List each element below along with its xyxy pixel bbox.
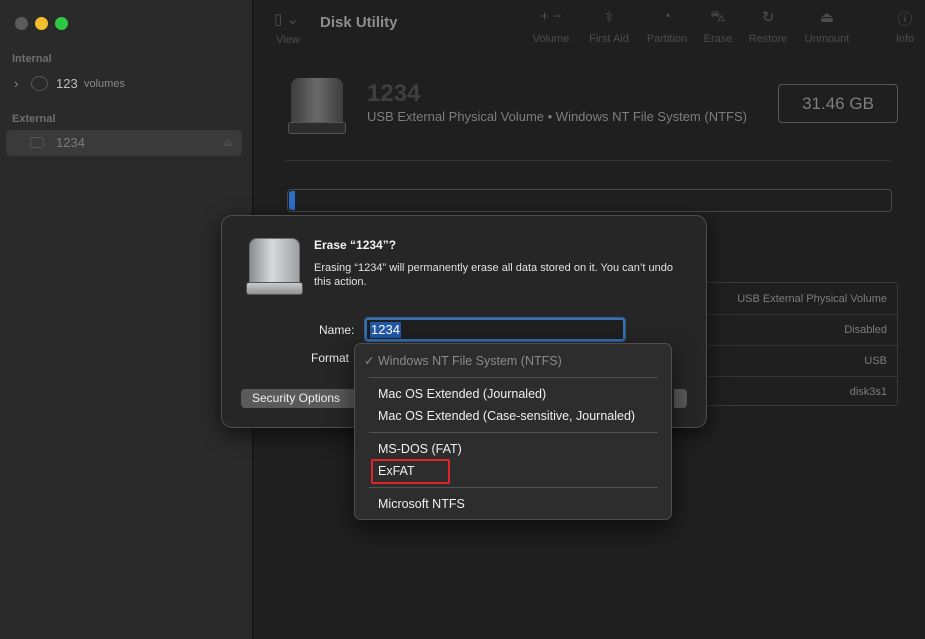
usage-bar-fill: [289, 191, 295, 210]
sidebar-item-internal-container[interactable]: › 123 volumes: [6, 71, 242, 97]
first-aid-button[interactable]: ⚕ First Aid: [581, 8, 637, 45]
menu-separator: [369, 487, 658, 488]
info-value: USB: [864, 355, 887, 367]
menu-separator: [369, 432, 658, 433]
usage-bar: [287, 189, 892, 212]
menu-item-ms-dos-fat[interactable]: MS-DOS (FAT): [378, 442, 462, 456]
minimize-window-button[interactable]: [35, 17, 48, 30]
partition-button-label: Partition: [646, 33, 688, 45]
info-table: USB External Physical Volume Disabled US…: [694, 282, 899, 406]
pie-icon: ◔: [662, 8, 672, 25]
view-label: View: [276, 34, 300, 46]
volume-description: USB External Physical Volume • Windows N…: [367, 109, 747, 124]
erase-confirm-button[interactable]: [674, 389, 687, 408]
window-title: Disk Utility: [320, 14, 398, 31]
sidebar-item-label: 123: [56, 76, 78, 91]
plus-minus-icon: + −: [540, 8, 562, 25]
drive-icon: [246, 238, 304, 296]
format-dropdown-menu: ✓ Windows NT File System (NTFS) Mac OS E…: [354, 343, 672, 520]
volume-button[interactable]: + − Volume: [523, 8, 579, 45]
erase-button[interactable]: ⛍ Erase: [690, 8, 746, 45]
dialog-title: Erase “1234”?: [314, 238, 397, 252]
name-field[interactable]: 1234: [364, 317, 626, 342]
restore-button-label: Restore: [748, 33, 788, 45]
info-value: disk3s1: [849, 386, 887, 398]
partition-button[interactable]: ◔ Partition: [639, 8, 695, 45]
menu-separator: [369, 377, 658, 378]
erase-button-label: Erase: [703, 33, 733, 45]
unmount-button[interactable]: ⏏ Unmount: [799, 8, 855, 45]
sidebar-item-label: 1234: [56, 135, 85, 150]
restore-button[interactable]: ↻ Restore: [740, 8, 796, 45]
sidebar: Internal › 123 volumes External 1234 ⏏: [0, 0, 253, 639]
volume-button-label: Volume: [532, 33, 570, 45]
info-button-label: Info: [895, 33, 915, 45]
chevron-right-icon[interactable]: ›: [14, 76, 18, 91]
menu-item-mac-os-extended-case-sensitive[interactable]: Mac OS Extended (Case-sensitive, Journal…: [378, 409, 635, 423]
toolbar: ▯ ⌄ View Disk Utility + − Volume ⚕ First…: [254, 0, 925, 56]
info-icon: ⓘ: [897, 11, 913, 28]
menu-item-microsoft-ntfs[interactable]: Microsoft NTFS: [378, 497, 465, 511]
eject-icon: ⏏: [819, 9, 835, 26]
eject-icon[interactable]: ⏏: [223, 136, 233, 149]
volume-name: 1234: [367, 80, 421, 107]
volume-drive-icon: [288, 78, 346, 134]
info-value: Disabled: [844, 324, 887, 336]
sidebar-toggle-icon[interactable]: ▯ ⌄: [274, 10, 299, 28]
disk-icon: [31, 76, 48, 91]
sidebar-header-internal: Internal: [12, 53, 52, 65]
name-field-value: 1234: [370, 322, 401, 338]
unmount-button-label: Unmount: [804, 33, 850, 45]
sidebar-item-sublabel: volumes: [84, 78, 125, 90]
close-window-button[interactable]: [15, 17, 28, 30]
stethoscope-icon: ⚕: [604, 9, 614, 26]
first-aid-button-label: First Aid: [589, 33, 629, 45]
volume-size-badge: 31.46 GB: [778, 84, 898, 123]
security-options-button[interactable]: Security Options: [241, 389, 359, 408]
erase-icon: ⛍: [710, 8, 726, 25]
info-button[interactable]: ⓘ Info: [877, 8, 925, 45]
name-label: Name:: [319, 323, 355, 337]
zoom-window-button[interactable]: [55, 17, 68, 30]
sidebar-item-external-volume[interactable]: 1234 ⏏: [6, 130, 242, 156]
exfat-highlight-box: [371, 459, 450, 484]
dialog-message: Erasing “1234” will permanently erase al…: [314, 262, 673, 288]
menu-item-ntfs-checked[interactable]: ✓ Windows NT File System (NTFS): [364, 353, 562, 368]
sidebar-header-external: External: [12, 113, 56, 125]
restore-icon: ↻: [761, 9, 775, 26]
external-drive-icon: [30, 137, 44, 148]
format-label: Format: [311, 351, 350, 365]
menu-item-mac-os-extended-journaled[interactable]: Mac OS Extended (Journaled): [378, 387, 546, 401]
info-value: USB External Physical Volume: [737, 293, 887, 305]
divider: [285, 160, 891, 161]
